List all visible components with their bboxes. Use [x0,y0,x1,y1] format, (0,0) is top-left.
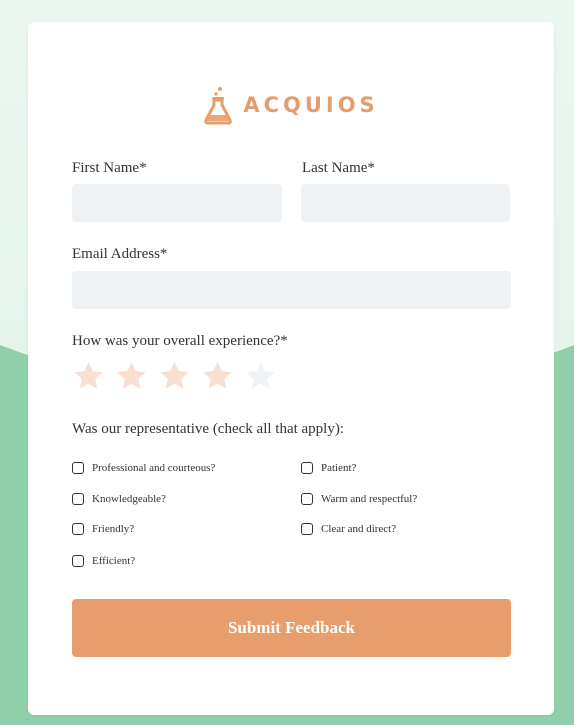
rating-label: How was your overall experience?* [72,333,288,349]
checkbox-option[interactable]: Professional and courteous? [72,462,215,474]
checkbox-option[interactable]: Friendly? [72,523,134,535]
representative-label: Was our representative (check all that a… [72,421,345,437]
checkbox-label: Friendly? [92,523,135,535]
last-name-label: Last Name* [302,160,375,176]
checkbox-label: Clear and direct? [321,523,397,535]
first-name-field[interactable] [72,184,282,222]
checkbox-label: Warm and respectful? [321,493,418,505]
checkbox[interactable] [301,493,313,505]
last-name-field[interactable] [301,184,510,222]
checkbox[interactable] [72,523,84,535]
star-rating[interactable] [72,360,277,393]
checkbox-option[interactable]: Warm and respectful? [301,493,417,505]
star-icon[interactable] [72,360,105,393]
checkbox[interactable] [72,493,84,505]
feedback-card: ACQUIOS First Name* Last Name* Email Add… [28,22,554,715]
checkbox-label: Efficient? [92,555,136,567]
star-icon[interactable] [115,360,148,393]
star-icon[interactable] [158,360,191,393]
checkbox[interactable] [72,555,84,567]
checkbox[interactable] [301,523,313,535]
checkbox[interactable] [301,462,313,474]
checkbox-option[interactable]: Patient? [301,462,356,474]
checkbox-option[interactable]: Clear and direct? [301,523,396,535]
star-icon[interactable] [201,360,234,393]
submit-feedback-button[interactable]: Submit Feedback [72,599,511,657]
checkbox[interactable] [72,462,84,474]
star-icon[interactable] [244,360,277,393]
checkbox-label: Professional and courteous? [92,462,216,474]
checkbox-label: Knowledgeable? [92,493,166,505]
checkbox-label: Patient? [321,462,357,474]
checkbox-option[interactable]: Knowledgeable? [72,493,166,505]
checkbox-option[interactable]: Efficient? [72,555,135,567]
first-name-label: First Name* [72,160,147,176]
email-label: Email Address* [72,246,168,262]
brand-name: ACQUIOS [243,93,379,117]
flask-icon [204,87,233,125]
email-field[interactable] [72,271,511,309]
brand-logo: ACQUIOS [28,84,554,126]
